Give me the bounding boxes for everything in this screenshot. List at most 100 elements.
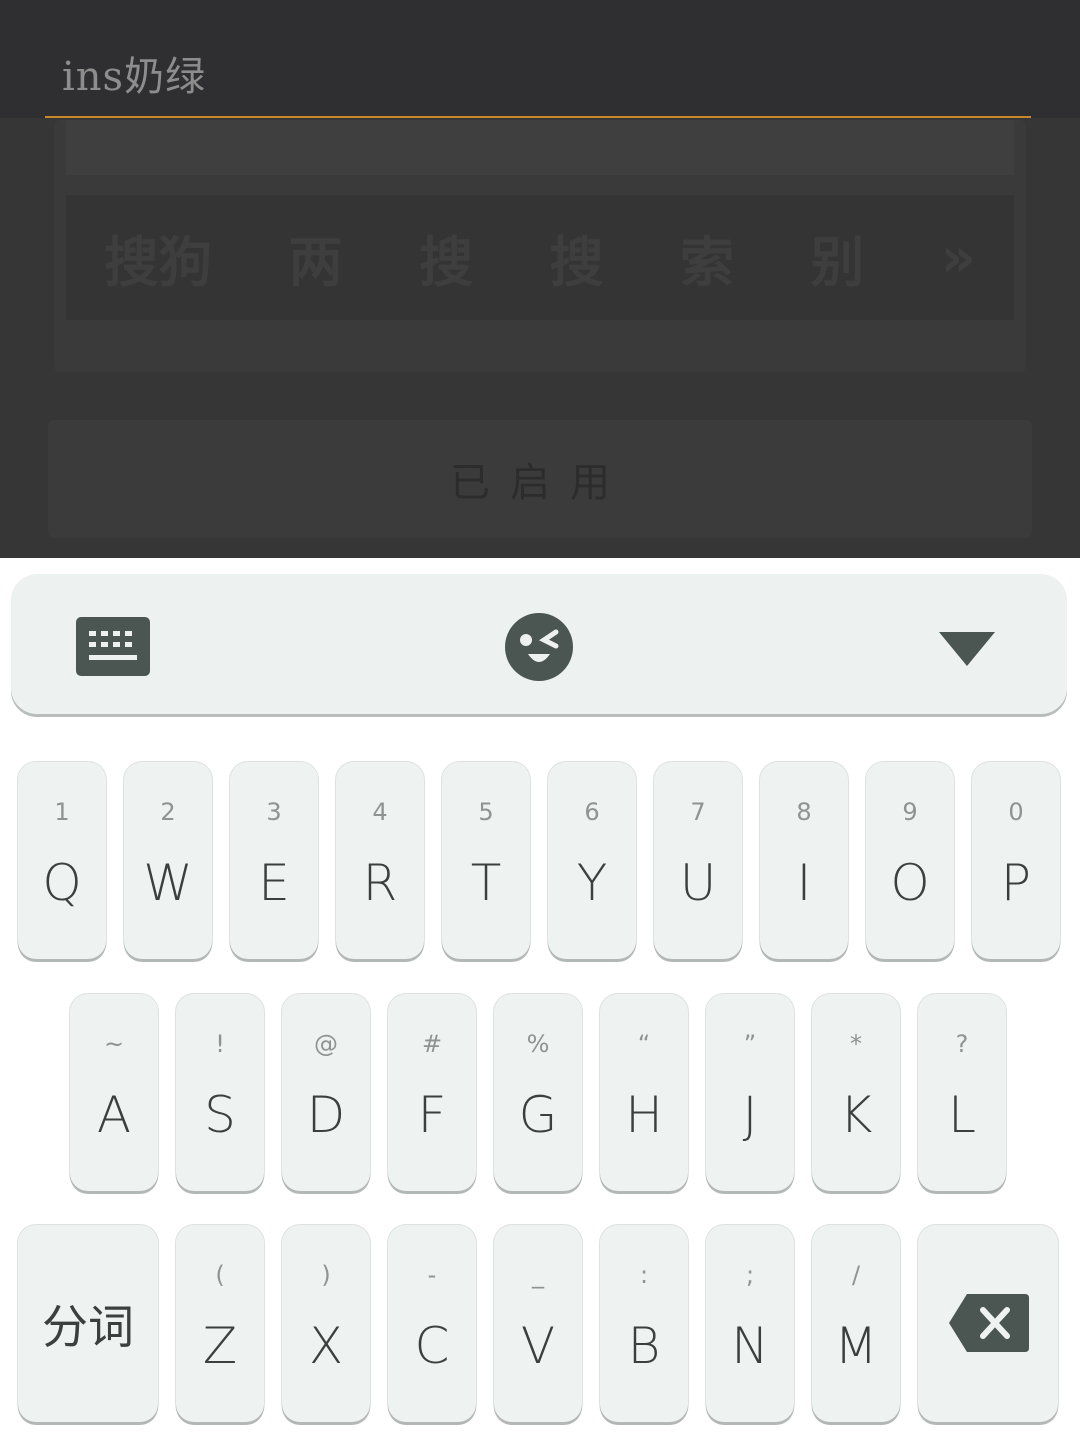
segment-label: 分词	[42, 1299, 134, 1354]
segment-key[interactable]: 分词	[18, 1225, 158, 1422]
key-label: T	[470, 854, 502, 912]
key-m[interactable]: / M	[812, 1225, 900, 1422]
key-q[interactable]: 1 Q	[18, 762, 106, 959]
candidate-word: 别	[810, 231, 865, 294]
key-label: W	[143, 854, 193, 912]
key-alt-label: :	[639, 1261, 649, 1289]
enabled-label: 已启用	[450, 460, 630, 506]
triangle-down-icon[interactable]	[939, 632, 995, 666]
keyboard-toolbar	[11, 574, 1067, 714]
key-f[interactable]: # F	[388, 994, 476, 1191]
key-alt-label: 9	[902, 798, 918, 826]
key-alt-label: 7	[690, 798, 706, 826]
key-x[interactable]: ) X	[282, 1225, 370, 1422]
key-alt-label: %	[526, 1030, 550, 1058]
key-alt-label: (	[215, 1261, 225, 1289]
key-alt-label: ;	[745, 1261, 755, 1289]
key-label: Q	[42, 854, 82, 912]
key-r[interactable]: 4 R	[336, 762, 424, 959]
chevron-right-icon: »	[940, 226, 976, 289]
key-alt-label: 0	[1008, 798, 1024, 826]
key-label: N	[731, 1317, 769, 1375]
key-alt-label: 4	[372, 798, 388, 826]
key-e[interactable]: 3 E	[230, 762, 318, 959]
key-k[interactable]: * K	[812, 994, 900, 1191]
key-alt-label: “	[637, 1030, 651, 1058]
key-label: I	[796, 854, 812, 912]
key-p[interactable]: 0 P	[972, 762, 1060, 959]
wink-emoji-icon[interactable]	[504, 612, 574, 682]
key-label: J	[742, 1086, 758, 1144]
app-background: ins奶绿 搜狗 两 搜 搜 索 别 » 已启用	[0, 0, 1080, 558]
key-y[interactable]: 6 Y	[548, 762, 636, 959]
key-alt-label: 5	[478, 798, 494, 826]
key-label: F	[417, 1086, 447, 1144]
key-label: M	[834, 1317, 878, 1375]
key-label: P	[1000, 854, 1032, 912]
candidate-word: 两	[288, 231, 343, 294]
key-t[interactable]: 5 T	[442, 762, 530, 959]
key-alt-label: 3	[266, 798, 282, 826]
key-a[interactable]: ~ A	[70, 994, 158, 1191]
candidate-word: 搜	[549, 231, 604, 294]
key-d[interactable]: @ D	[282, 994, 370, 1191]
key-alt-label: 6	[584, 798, 600, 826]
key-alt-label: )	[321, 1261, 331, 1289]
key-alt-label: @	[314, 1030, 338, 1058]
key-label: R	[362, 854, 398, 912]
key-h[interactable]: “ H	[600, 994, 688, 1191]
key-n[interactable]: ; N	[706, 1225, 794, 1422]
key-alt-label: 2	[160, 798, 176, 826]
key-alt-label: /	[851, 1261, 861, 1289]
key-alt-label: ~	[103, 1030, 125, 1058]
key-u[interactable]: 7 U	[654, 762, 742, 959]
key-label: K	[839, 1086, 873, 1144]
key-alt-label: *	[850, 1030, 862, 1058]
key-label: E	[258, 854, 290, 912]
candidate-row: 搜狗 两 搜 搜 索 别 »	[66, 195, 1014, 320]
key-alt-label: 1	[54, 798, 70, 826]
key-label: Y	[576, 854, 608, 912]
key-label: G	[518, 1086, 558, 1144]
input-text: ins奶绿	[62, 54, 207, 100]
key-z[interactable]: ( Z	[176, 1225, 264, 1422]
key-label: X	[308, 1317, 344, 1375]
enabled-button[interactable]: 已启用	[48, 420, 1032, 538]
key-label: H	[625, 1086, 663, 1144]
key-label: Z	[202, 1317, 238, 1375]
key-label: S	[204, 1086, 236, 1144]
preview-strip	[66, 120, 1014, 175]
text-input[interactable]: ins奶绿	[45, 30, 1031, 118]
key-v[interactable]: _ V	[494, 1225, 582, 1422]
key-alt-label: 8	[796, 798, 812, 826]
candidate-word: 索	[679, 231, 734, 294]
key-alt-label: !	[215, 1030, 225, 1058]
backspace-key[interactable]	[918, 1225, 1058, 1422]
key-label: C	[414, 1317, 450, 1375]
candidate-word: 搜狗	[104, 231, 213, 294]
key-label: L	[948, 1086, 976, 1144]
key-j[interactable]: ” J	[706, 994, 794, 1191]
key-alt-label: _	[532, 1261, 544, 1289]
key-label: A	[96, 1086, 132, 1144]
backspace-icon	[949, 1294, 1029, 1352]
keyboard-icon[interactable]	[76, 617, 150, 676]
key-label: V	[520, 1317, 556, 1375]
key-o[interactable]: 9 O	[866, 762, 954, 959]
key-label: B	[627, 1317, 661, 1375]
key-alt-label: -	[427, 1261, 437, 1289]
key-alt-label: #	[421, 1030, 443, 1058]
key-c[interactable]: - C	[388, 1225, 476, 1422]
key-alt-label: ?	[955, 1030, 969, 1058]
key-label: U	[679, 854, 717, 912]
key-alt-label: ”	[743, 1030, 757, 1058]
key-g[interactable]: % G	[494, 994, 582, 1191]
key-i[interactable]: 8 I	[760, 762, 848, 959]
preview-panel: 搜狗 两 搜 搜 索 别 »	[54, 120, 1026, 372]
key-w[interactable]: 2 W	[124, 762, 212, 959]
candidate-word: 搜	[419, 231, 474, 294]
key-label: D	[306, 1086, 346, 1144]
key-b[interactable]: : B	[600, 1225, 688, 1422]
key-l[interactable]: ? L	[918, 994, 1006, 1191]
key-s[interactable]: ! S	[176, 994, 264, 1191]
